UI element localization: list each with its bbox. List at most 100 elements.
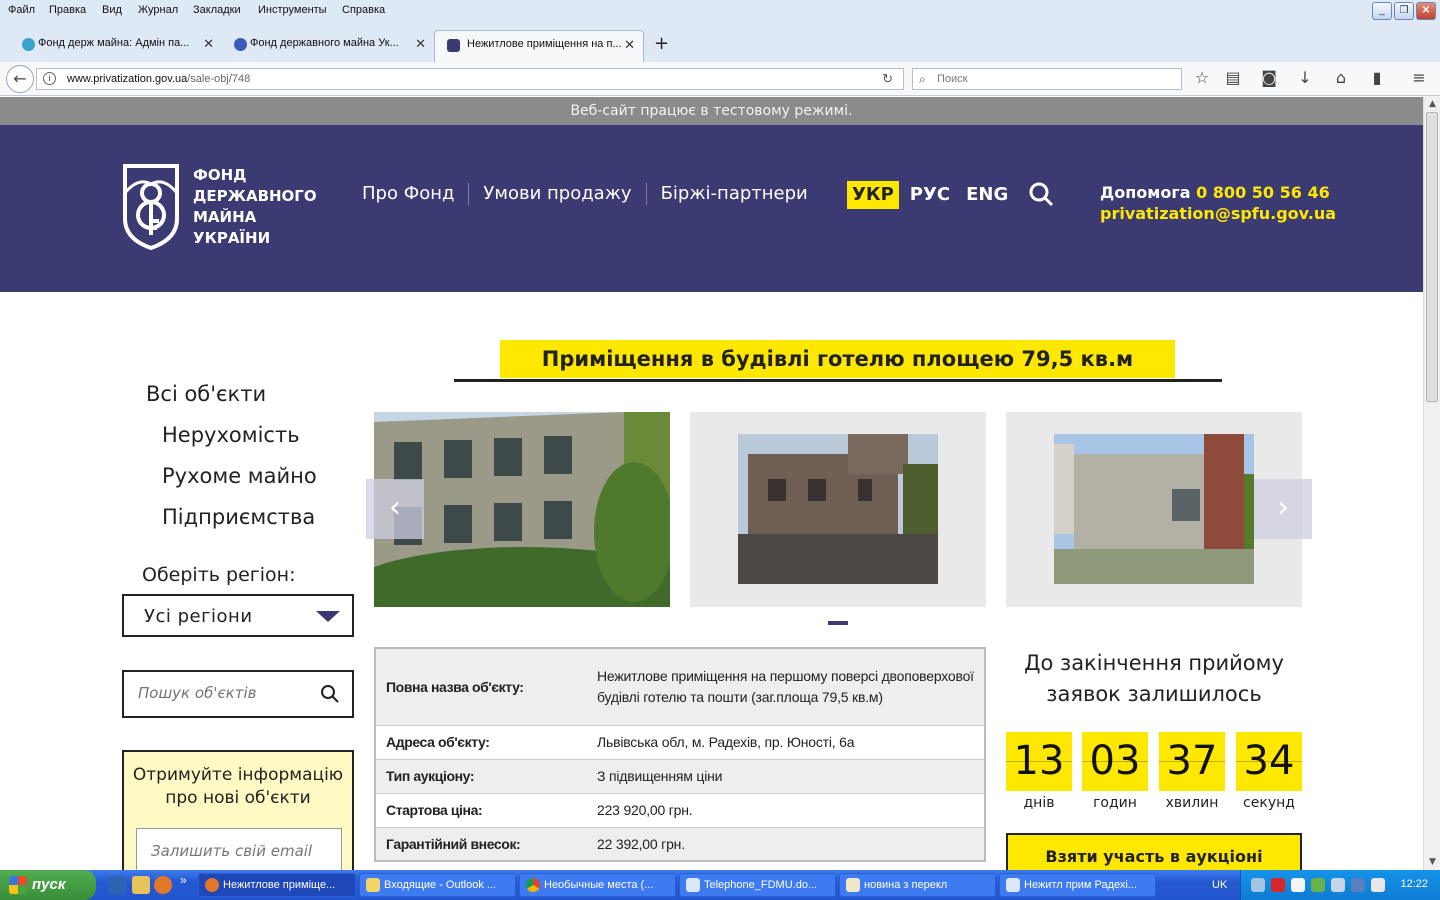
- carousel-indicator[interactable]: [828, 621, 848, 625]
- hamburger-menu-icon[interactable]: ≡: [1408, 68, 1430, 87]
- category-movable-property[interactable]: Рухоме майно: [146, 456, 317, 497]
- countdown-value: 37: [1159, 732, 1225, 791]
- close-tab-icon[interactable]: ✕: [624, 37, 635, 53]
- pocket-icon[interactable]: ◙: [1258, 68, 1280, 87]
- test-mode-banner: Веб-сайт працює в тестовому режимі.: [0, 97, 1423, 125]
- firefox-quicklaunch-icon[interactable]: [154, 876, 172, 894]
- clock: 12:22: [1400, 878, 1428, 890]
- countdown-label: хвилин: [1165, 795, 1219, 811]
- countdown-label: секунд: [1243, 795, 1295, 811]
- reading-list-icon[interactable]: ▤: [1222, 68, 1244, 87]
- countdown-value: 03: [1082, 732, 1148, 791]
- download-icon[interactable]: ↓: [1294, 68, 1316, 87]
- subscribe-box: Отримуйте інформацію про нові об'єкти: [122, 750, 354, 880]
- category-all-objects[interactable]: Всі об'єкти: [146, 374, 317, 415]
- category-real-estate[interactable]: Нерухомість: [146, 415, 317, 456]
- browser-search-input[interactable]: ⌕ Поиск: [912, 68, 1182, 90]
- volume-icon[interactable]: [1371, 878, 1385, 892]
- browser-menubar: Файл Правка Вид Журнал Закладки Инструме…: [0, 0, 1440, 22]
- object-title: Приміщення в будівлі готелю площею 79,5 …: [500, 340, 1175, 378]
- chrome-icon: [526, 878, 540, 892]
- object-photo-2[interactable]: [690, 412, 986, 607]
- start-button[interactable]: пуск: [0, 870, 96, 900]
- page-icon[interactable]: ▮: [1366, 68, 1388, 87]
- menu-bookmarks[interactable]: Закладки: [193, 4, 241, 16]
- close-tab-icon[interactable]: ✕: [415, 36, 426, 52]
- menu-view[interactable]: Вид: [102, 4, 122, 16]
- folder-quicklaunch-icon[interactable]: [132, 876, 150, 894]
- url-bar[interactable]: i www.privatization.gov.ua/sale-obj/748 …: [36, 68, 904, 90]
- close-window-button[interactable]: ✕: [1416, 2, 1436, 20]
- url-text: www.privatization.gov.ua/sale-obj/748: [67, 73, 251, 85]
- fund-logo-icon[interactable]: [122, 163, 180, 251]
- page-scrollbar[interactable]: ▲ ▼: [1423, 96, 1440, 870]
- minimize-button[interactable]: _: [1372, 2, 1392, 20]
- info-icon[interactable]: i: [43, 72, 56, 85]
- restore-button[interactable]: ❐: [1394, 2, 1414, 20]
- countdown-label: днів: [1023, 795, 1055, 811]
- keyboard-language-indicator[interactable]: UK: [1212, 879, 1227, 891]
- reload-icon[interactable]: ↻: [882, 71, 893, 87]
- category-enterprises[interactable]: Підприємства: [146, 497, 317, 538]
- chevron-right-icon[interactable]: »: [180, 873, 187, 887]
- bookmark-star-icon[interactable]: ☆: [1191, 68, 1213, 87]
- table-row: Гарантійний внесок: 22 392,00 грн.: [375, 826, 985, 861]
- chevron-left-icon: ‹: [389, 490, 401, 525]
- scroll-down-icon[interactable]: ▼: [1424, 854, 1440, 870]
- carousel-prev-button[interactable]: ‹: [366, 479, 424, 539]
- table-value: 223 920,00 грн.: [587, 792, 985, 827]
- back-button[interactable]: ←: [6, 65, 34, 93]
- email-field[interactable]: [136, 828, 342, 874]
- scroll-up-icon[interactable]: ▲: [1424, 96, 1440, 112]
- help-label: Допомога: [1100, 183, 1191, 202]
- taskbar-task-news[interactable]: новина з перекл: [839, 873, 996, 897]
- menu-help[interactable]: Справка: [342, 4, 385, 16]
- menu-edit[interactable]: Правка: [49, 4, 86, 16]
- antivirus-icon[interactable]: [1291, 878, 1305, 892]
- search-icon[interactable]: [320, 684, 340, 704]
- tray-app-icon[interactable]: [1311, 878, 1325, 892]
- table-key: Тип аукціону:: [375, 758, 587, 793]
- taskbar-task-word-doc-2[interactable]: Нежитл прим Радехі...: [999, 873, 1156, 897]
- word-quicklaunch-icon[interactable]: [108, 876, 126, 894]
- object-info-table: Повна назва об'єкту: Нежитлове приміщенн…: [374, 647, 986, 862]
- lang-eng[interactable]: ENG: [961, 181, 1013, 209]
- tray-app-icon[interactable]: [1331, 878, 1345, 892]
- table-value: 22 392,00 грн.: [587, 826, 985, 861]
- object-search-input[interactable]: [138, 684, 308, 702]
- building-photo-image: [738, 434, 938, 584]
- menu-history[interactable]: Журнал: [138, 4, 178, 16]
- region-select[interactable]: Усі регіони: [122, 594, 354, 637]
- fund-logo-text[interactable]: ФОНД ДЕРЖАВНОГО МАЙНА УКРАЇНИ: [193, 165, 333, 249]
- home-icon[interactable]: ⌂: [1330, 68, 1352, 87]
- new-tab-icon[interactable]: +: [654, 33, 669, 54]
- help-phone[interactable]: 0 800 50 56 46: [1196, 183, 1330, 202]
- lang-rus[interactable]: РУС: [905, 181, 955, 209]
- help-email[interactable]: privatization@spfu.gov.ua: [1100, 203, 1336, 224]
- lang-ukr[interactable]: УКР: [847, 181, 899, 209]
- site-search-icon[interactable]: [1028, 181, 1054, 207]
- network-icon[interactable]: [1251, 878, 1265, 892]
- envelope-icon: [846, 878, 860, 892]
- ati-icon[interactable]: [1271, 878, 1285, 892]
- tab-object[interactable]: Нежитлове приміщення на п... ✕: [434, 30, 644, 62]
- taskbar-task-firefox[interactable]: Нежитлове приміще...: [198, 873, 356, 897]
- nav-about-fund[interactable]: Про Фонд: [362, 183, 468, 205]
- nav-sale-terms[interactable]: Умови продажу: [468, 183, 645, 205]
- scrollbar-thumb[interactable]: [1426, 112, 1438, 402]
- region-label: Оберіть регіон:: [142, 564, 296, 586]
- countdown-days: 13 днів: [1006, 732, 1072, 811]
- tab-fund[interactable]: Фонд державного майна Ук... ✕: [212, 30, 434, 62]
- tab-admin[interactable]: Фонд держ майна: Адмін па... ✕: [0, 30, 222, 62]
- taskbar-task-chrome[interactable]: Необычные места (...: [519, 873, 676, 897]
- menu-tools[interactable]: Инструменты: [258, 4, 327, 16]
- region-select-value: Усі регіони: [144, 606, 253, 627]
- nav-exchange-partners[interactable]: Біржі-партнери: [645, 183, 822, 205]
- menu-file[interactable]: Файл: [8, 4, 35, 16]
- printer-icon[interactable]: [1351, 878, 1365, 892]
- carousel-next-button[interactable]: ›: [1254, 479, 1312, 539]
- taskbar-task-word-doc[interactable]: Telephone_FDMU.do...: [679, 873, 836, 897]
- table-key: Повна назва об'єкту:: [375, 648, 587, 725]
- windows-logo-icon: [9, 876, 27, 894]
- taskbar-task-outlook[interactable]: Входящие - Outlook ...: [359, 873, 516, 897]
